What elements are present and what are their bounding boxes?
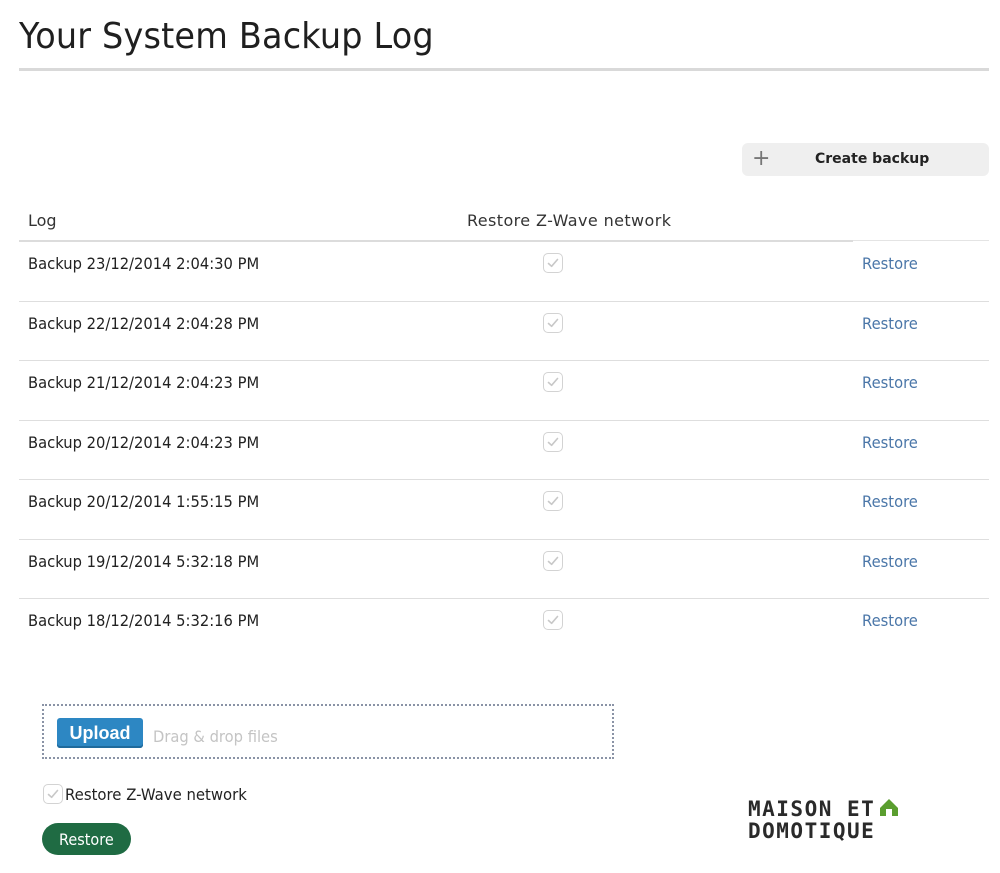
upload-button[interactable]: Upload [57, 718, 143, 748]
row-restore-zwave-checkbox[interactable] [543, 431, 563, 452]
table-row: Backup 20/12/2014 1:55:15 PM Restore [19, 480, 989, 540]
logo-text-line1: MAISON ET [748, 797, 875, 821]
row-restore-link[interactable]: Restore [862, 492, 918, 511]
backup-log-entry: Backup 23/12/2014 2:04:30 PM [28, 254, 260, 273]
checkmark-icon [547, 496, 559, 506]
backup-log-entry: Backup 22/12/2014 2:04:28 PM [28, 313, 260, 333]
row-restore-zwave-checkbox[interactable] [543, 253, 563, 273]
page-title: Your System Backup Log [19, 16, 434, 57]
restore-zwave-checkbox[interactable] [43, 784, 63, 804]
backup-log-table: Log Restore Z-Wave network Backup 23/12/… [19, 200, 989, 630]
row-restore-zwave-checkbox[interactable] [543, 550, 563, 571]
table-header: Log Restore Z-Wave network [19, 200, 989, 242]
create-backup-label: Create backup [815, 151, 930, 167]
restore-button-label: Restore [59, 829, 114, 849]
row-restore-link[interactable]: Restore [862, 611, 918, 630]
column-header-log: Log [28, 211, 57, 230]
upload-dropzone[interactable]: Upload Drag & drop files [42, 704, 614, 759]
row-restore-link[interactable]: Restore [862, 433, 918, 452]
table-row: Backup 18/12/2014 5:32:16 PM Restore [19, 599, 989, 659]
row-restore-zwave-checkbox[interactable] [543, 312, 563, 333]
backup-log-entry: Backup 20/12/2014 1:55:15 PM [28, 492, 260, 511]
title-divider [19, 68, 989, 71]
column-header-restore-zwave: Restore Z-Wave network [467, 211, 672, 230]
checkmark-icon [47, 789, 59, 799]
house-icon [880, 799, 898, 816]
table-row: Backup 19/12/2014 5:32:18 PM Restore [19, 540, 989, 599]
header-divider-end [853, 240, 989, 241]
create-backup-button[interactable]: + Create backup [742, 143, 989, 176]
logo-text-line2: DOMOTIQUE [748, 819, 875, 841]
row-restore-zwave-checkbox[interactable] [543, 372, 563, 392]
row-restore-link[interactable]: Restore [862, 254, 918, 273]
row-restore-zwave-checkbox[interactable] [543, 610, 563, 630]
backup-log-entry: Backup 21/12/2014 2:04:23 PM [28, 373, 260, 392]
checkmark-icon [547, 556, 559, 565]
checkmark-icon [547, 377, 559, 387]
table-row: Backup 23/12/2014 2:04:30 PM Restore [19, 242, 989, 302]
row-restore-link[interactable]: Restore [862, 552, 918, 571]
checkmark-icon [547, 437, 559, 446]
checkmark-icon [547, 615, 559, 625]
drop-hint: Drag & drop files [153, 727, 278, 746]
restore-zwave-label: Restore Z-Wave network [65, 785, 247, 804]
backup-log-entry: Backup 20/12/2014 2:04:23 PM [28, 432, 260, 452]
plus-icon: + [752, 146, 771, 171]
table-row: Backup 20/12/2014 2:04:23 PM Restore [19, 421, 989, 480]
table-row: Backup 22/12/2014 2:04:28 PM Restore [19, 302, 989, 361]
checkmark-icon [547, 258, 559, 268]
checkmark-icon [547, 318, 559, 327]
table-body: Backup 23/12/2014 2:04:30 PM Restore Backu… [19, 242, 989, 659]
row-restore-zwave-checkbox[interactable] [543, 491, 563, 511]
maison-et-domotique-logo: MAISON ET DOMOTIQUE [748, 797, 898, 841]
backup-log-entry: Backup 18/12/2014 5:32:16 PM [28, 611, 260, 630]
row-restore-link[interactable]: Restore [862, 314, 918, 333]
row-restore-link[interactable]: Restore [862, 373, 918, 392]
restore-button[interactable]: Restore [42, 823, 131, 855]
table-row: Backup 21/12/2014 2:04:23 PM Restore [19, 361, 989, 421]
backup-log-entry: Backup 19/12/2014 5:32:18 PM [28, 551, 260, 571]
